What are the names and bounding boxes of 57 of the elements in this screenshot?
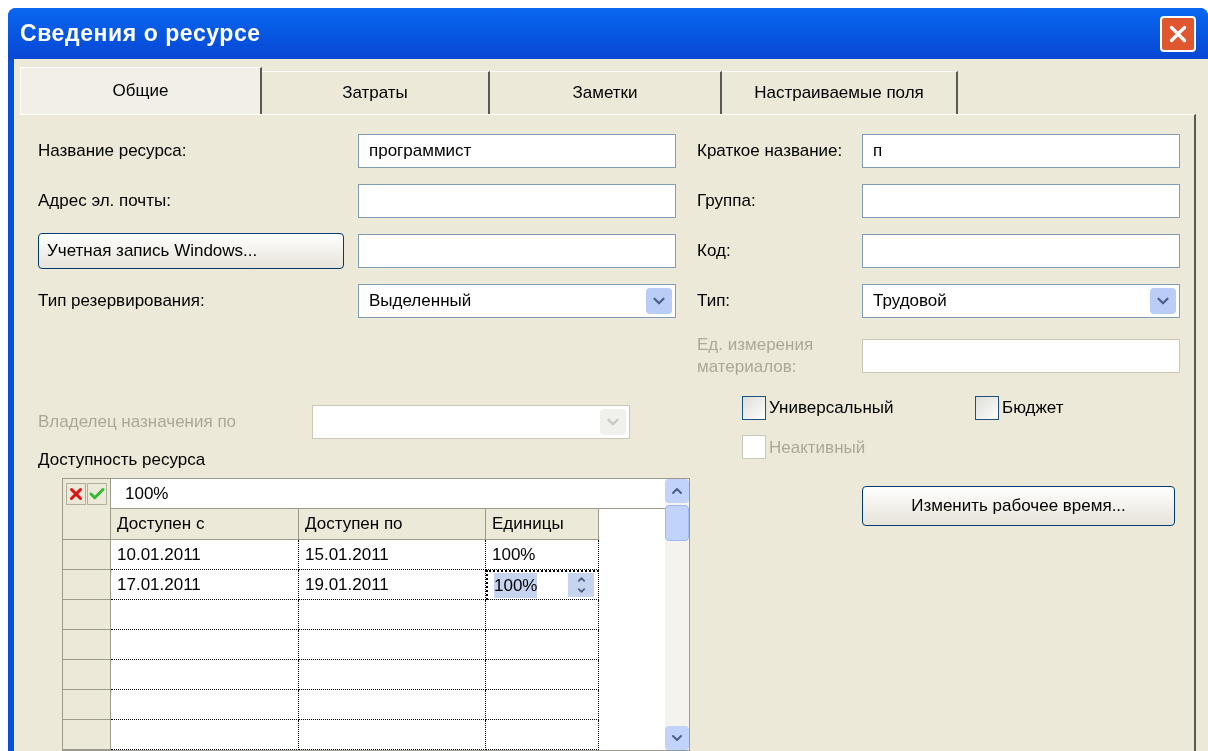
field-label: Тип: <box>697 290 732 312</box>
change-working-time-button[interactable]: Изменить рабочее время... <box>862 486 1175 526</box>
table-cell: 15.01.2011 <box>299 539 486 570</box>
dropdown-field[interactable] <box>312 405 630 439</box>
checkbox[interactable] <box>975 395 999 420</box>
column-header[interactable]: Единицы <box>486 509 599 540</box>
row-header[interactable] <box>63 659 111 690</box>
text-field[interactable] <box>862 339 1180 373</box>
field-label: Краткое название: <box>697 140 844 162</box>
text-field[interactable] <box>862 184 1180 218</box>
table-cell: 19.01.2011 <box>299 569 486 600</box>
row-header[interactable] <box>63 719 111 750</box>
tab[interactable]: Затраты <box>262 71 490 114</box>
field-label: Тип резервирования: <box>38 290 206 312</box>
dropdown-field[interactable]: Трудовой <box>862 284 1180 318</box>
column-header[interactable]: Доступен по <box>299 509 486 540</box>
row-header[interactable] <box>63 599 111 630</box>
row-header[interactable] <box>63 569 111 600</box>
tab[interactable]: Общие <box>20 67 262 114</box>
field-label: Код: <box>697 240 732 262</box>
tab[interactable]: Заметки <box>490 71 722 114</box>
table-cell: 10.01.2011 <box>111 539 299 570</box>
text-field[interactable] <box>862 234 1180 268</box>
column-header[interactable]: Доступен с <box>111 509 299 540</box>
row-header[interactable] <box>63 689 111 720</box>
text-field[interactable]: программист <box>358 134 676 168</box>
row-header[interactable] <box>63 539 111 570</box>
field-label: Группа: <box>697 190 757 212</box>
field-label: Владелец назначения по <box>38 411 238 433</box>
text-field[interactable]: п <box>862 134 1180 168</box>
scrollbar[interactable] <box>665 479 689 750</box>
window-title: Сведения о ресурсе <box>20 19 261 49</box>
scroll-up-icon[interactable] <box>665 479 689 503</box>
entry-value[interactable]: 100% <box>125 480 169 507</box>
windows-account-button[interactable]: Учетная запись Windows... <box>38 233 344 269</box>
dropdown-field[interactable]: Выделенный <box>358 284 676 318</box>
scroll-thumb[interactable] <box>665 505 689 541</box>
checkbox[interactable] <box>742 395 766 420</box>
cancel-icon[interactable] <box>66 482 86 505</box>
confirm-icon[interactable] <box>87 482 107 505</box>
checkbox-label: Неактивный <box>769 436 866 459</box>
text-field[interactable] <box>358 234 676 268</box>
table-cell: 17.01.2011 <box>111 569 299 600</box>
tab[interactable]: Настраиваемые поля <box>722 71 958 114</box>
spinner-icon[interactable] <box>568 573 594 598</box>
scroll-down-icon[interactable] <box>665 726 689 750</box>
checkbox-label: Бюджет <box>1002 397 1064 419</box>
checkbox-label: Универсальный <box>769 397 894 419</box>
spin-field[interactable]: 100% <box>486 569 599 600</box>
section-label: Доступность ресурса <box>38 449 207 471</box>
close-button[interactable] <box>1160 15 1196 52</box>
table-cell: 100% <box>486 539 599 570</box>
field-label: Ед. измерения материалов: <box>697 334 815 378</box>
field-label: Адрес эл. почты: <box>38 190 172 212</box>
text-field[interactable] <box>358 184 676 218</box>
row-header[interactable] <box>63 629 111 660</box>
field-label: Название ресурса: <box>38 140 188 162</box>
